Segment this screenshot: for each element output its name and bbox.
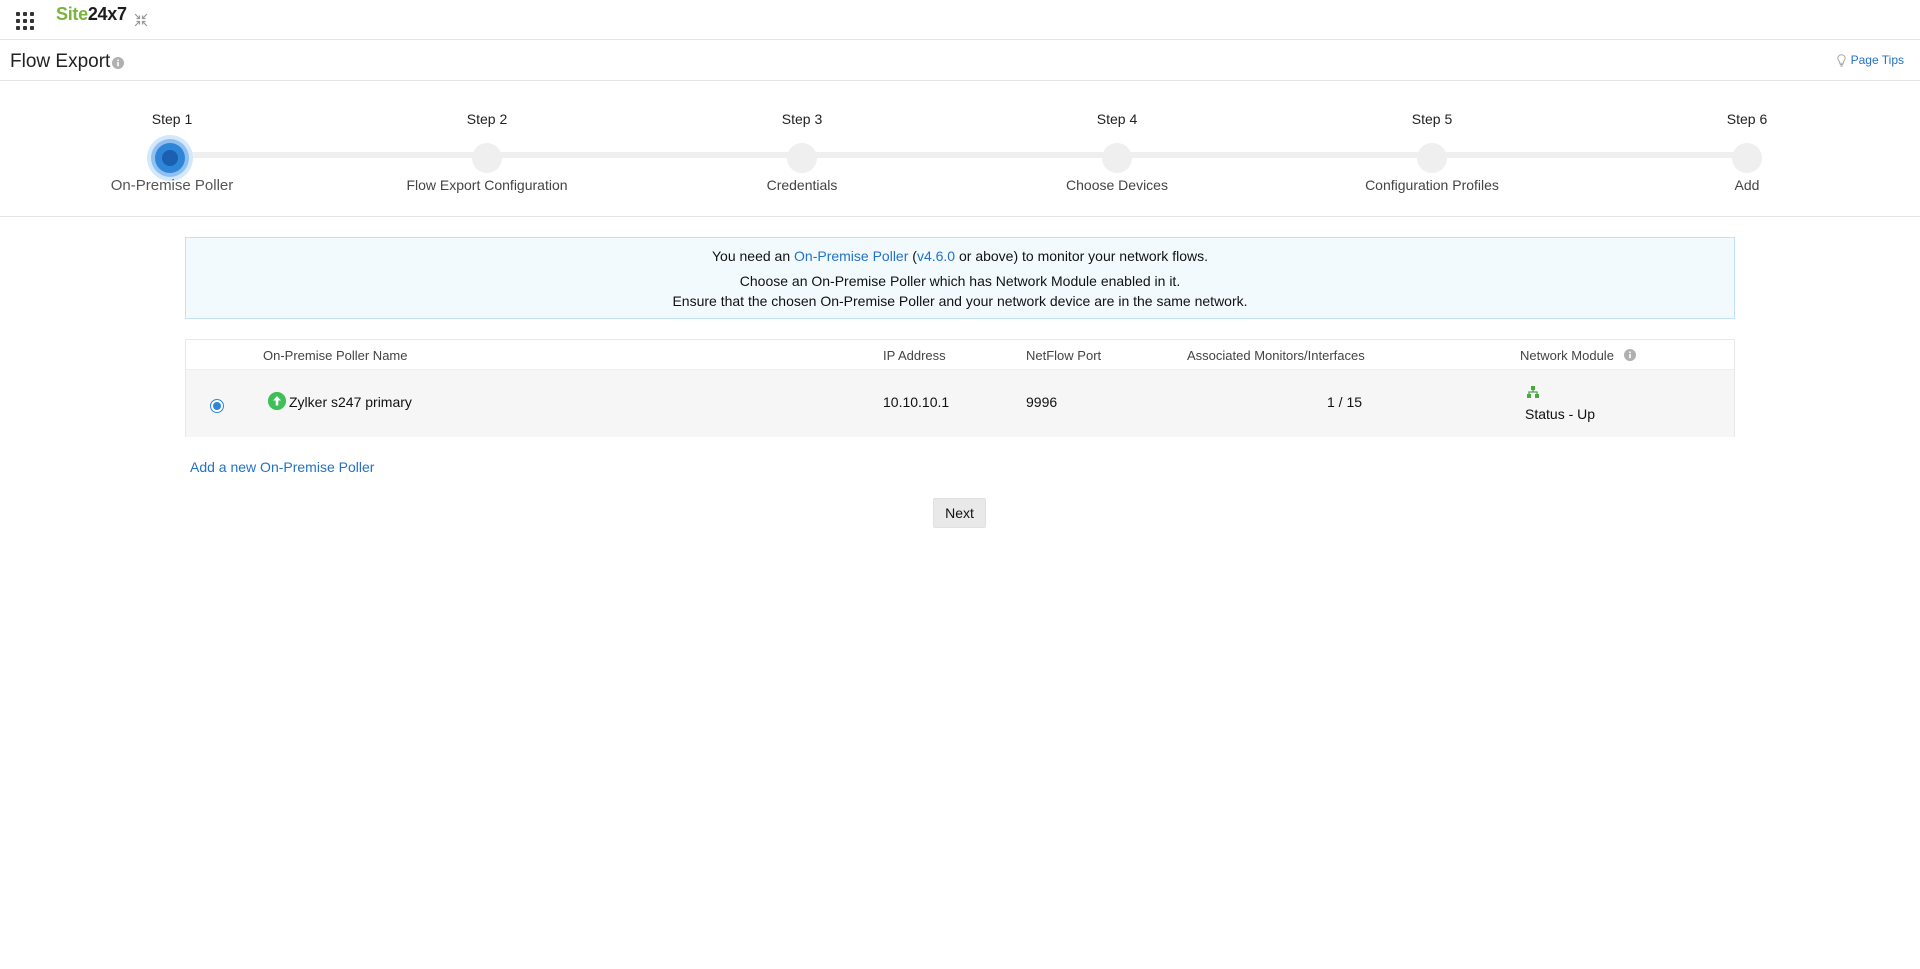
- step-label: Choose Devices: [1066, 177, 1168, 193]
- step-label: On-Premise Poller: [110, 177, 234, 194]
- column-header-ip: IP Address: [883, 348, 946, 363]
- column-header-port: NetFlow Port: [1026, 348, 1102, 363]
- brand-logo-part1: Site: [56, 4, 88, 24]
- page-tips-label: Page Tips: [1850, 53, 1904, 67]
- version-link[interactable]: v4.6.0: [917, 248, 955, 264]
- info-line-1-mid: (: [908, 248, 917, 264]
- column-header-network-module: Network Module: [1520, 348, 1614, 363]
- info-line-1-suffix: or above) to monitor your network flows.: [955, 248, 1208, 264]
- column-header-monitors: Associated Monitors/Interfaces: [1187, 348, 1365, 363]
- poller-monitors-count[interactable]: 1 / 15: [1327, 394, 1362, 410]
- step-label: Configuration Profiles: [1365, 177, 1499, 193]
- info-line-1-prefix: You need an: [712, 248, 795, 264]
- table-header: On-Premise Poller Name IP Address NetFlo…: [186, 340, 1734, 370]
- brand-logo[interactable]: Site24x7: [56, 4, 127, 25]
- page-header: Flow Export Page Tips: [0, 40, 1920, 81]
- poller-port: 9996: [1026, 394, 1058, 410]
- add-new-poller-link[interactable]: Add a new On-Premise Poller: [190, 459, 374, 475]
- info-icon[interactable]: [1624, 349, 1636, 361]
- page-title: Flow Export: [10, 51, 111, 72]
- info-icon[interactable]: [112, 57, 124, 69]
- step-number: Step 6: [1726, 111, 1768, 127]
- poller-table: On-Premise Poller Name IP Address NetFlo…: [185, 339, 1735, 437]
- step-indicator-active: [155, 143, 185, 173]
- step-number: Step 5: [1411, 111, 1453, 127]
- stepper-track: [170, 152, 1747, 158]
- step-indicator: [1417, 143, 1447, 173]
- step-indicator: [787, 143, 817, 173]
- step-label: Add: [1734, 177, 1760, 193]
- step-label: Flow Export Configuration: [406, 177, 568, 193]
- collapse-icon[interactable]: [134, 13, 148, 27]
- poller-name[interactable]: Zylker s247 primary: [289, 394, 412, 410]
- apps-grid-icon[interactable]: [16, 12, 34, 30]
- step-number: Step 1: [151, 111, 193, 127]
- info-line-2: Choose an On-Premise Poller which has Ne…: [739, 273, 1181, 289]
- brand-logo-part2: 24x7: [87, 4, 127, 24]
- step-indicator: [1102, 143, 1132, 173]
- step-indicator: [472, 143, 502, 173]
- on-premise-poller-link[interactable]: On-Premise Poller: [794, 248, 908, 264]
- step-label: Credentials: [766, 177, 838, 193]
- network-module-status: Status - Up: [1525, 406, 1596, 422]
- top-bar: Site24x7: [0, 0, 1920, 40]
- page-tips-link[interactable]: Page Tips: [1836, 53, 1904, 67]
- table-row[interactable]: Zylker s247 primary 10.10.10.1 9996 1 / …: [186, 370, 1734, 437]
- status-up-icon: [268, 392, 286, 410]
- step-indicator: [1732, 143, 1762, 173]
- poller-ip: 10.10.10.1: [883, 394, 950, 410]
- wizard-stepper: Step 1 On-Premise Poller Step 2 Flow Exp…: [0, 81, 1920, 217]
- next-button[interactable]: Next: [933, 498, 986, 528]
- column-header-name: On-Premise Poller Name: [263, 348, 408, 363]
- info-line-1: You need an On-Premise Poller (v4.6.0 or…: [186, 248, 1734, 264]
- network-module-icon: [1527, 386, 1539, 398]
- step-number: Step 2: [466, 111, 508, 127]
- poller-select-radio[interactable]: [210, 399, 224, 413]
- info-line-3: Ensure that the chosen On-Premise Poller…: [672, 293, 1248, 309]
- step-number: Step 3: [781, 111, 823, 127]
- step-number: Step 4: [1096, 111, 1138, 127]
- requirements-info-box: You need an On-Premise Poller (v4.6.0 or…: [185, 237, 1735, 319]
- lightbulb-icon: [1836, 53, 1846, 67]
